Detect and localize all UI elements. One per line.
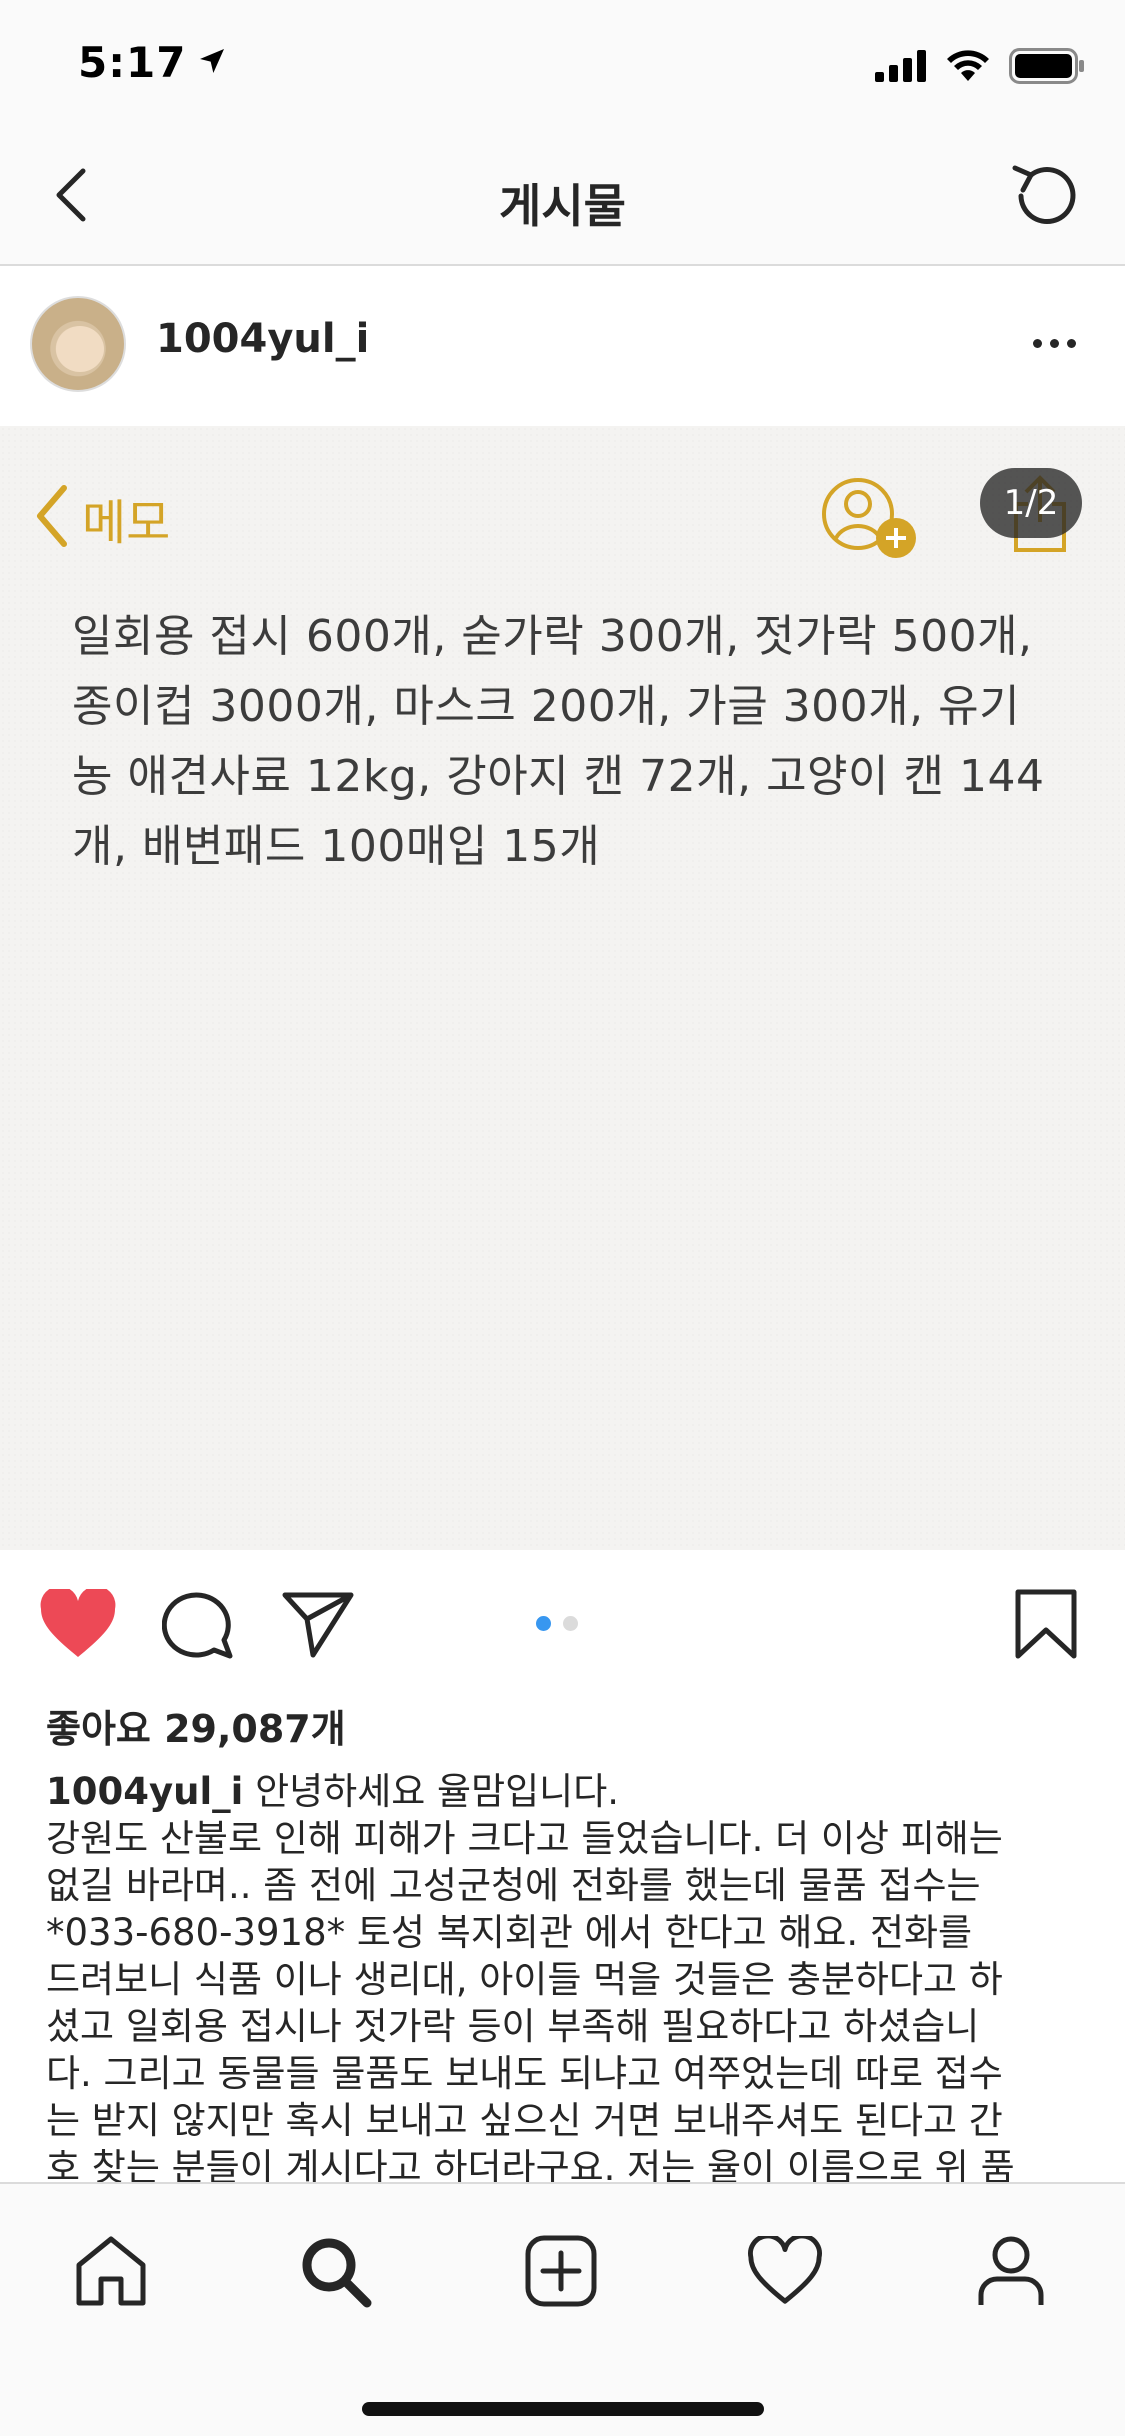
post-username[interactable]: 1004yul_i: [156, 316, 369, 362]
heart-filled-icon: [39, 1586, 117, 1663]
refresh-button[interactable]: [1005, 158, 1085, 238]
wifi-icon: [945, 49, 991, 87]
caption-line: 다. 그리고 동물들 물품도 보내도 되냐고 여쭈었는데 따로 접수: [46, 2052, 1003, 2095]
tab-new-post[interactable]: [516, 2228, 606, 2318]
tab-activity[interactable]: [740, 2228, 830, 2318]
tab-search[interactable]: [290, 2228, 380, 2318]
profile-icon: [973, 2233, 1049, 2313]
memo-line: 농 애견사료 12kg, 강아지 캔 72개, 고양이 캔 144: [72, 751, 1045, 802]
comment-icon: [161, 1588, 234, 1664]
memo-body: 일회용 접시 600개, 숟가락 300개, 젓가락 500개, 종이컵 300…: [72, 602, 1062, 882]
caption-line: 강원도 산불로 인해 피해가 크다고 들었습니다. 더 이상 피해는: [46, 1817, 1003, 1860]
more-options-button[interactable]: [1019, 318, 1089, 368]
post-header: 1004yul_i: [0, 266, 1125, 426]
home-icon: [73, 2233, 149, 2313]
avatar[interactable]: [30, 296, 126, 392]
memo-chevron-left-icon: [32, 482, 72, 554]
tab-bar: [0, 2182, 1125, 2436]
like-button[interactable]: [38, 1586, 118, 1666]
share-button[interactable]: [278, 1586, 358, 1666]
comment-button[interactable]: [158, 1586, 238, 1666]
refresh-icon: [1007, 158, 1083, 238]
page-indicator: 1/2: [980, 468, 1082, 538]
save-button[interactable]: [1006, 1586, 1086, 1666]
caption-first-line: 1004yul_i 안녕하세요 율맘입니다.: [46, 1768, 1086, 1815]
bookmark-icon: [1014, 1588, 1078, 1664]
activity-heart-icon: [747, 2233, 823, 2310]
page-title: 게시물: [499, 179, 626, 233]
caption-line: 호 찾는 분들이 계시다고 하더라구요. 저는 율이 이름으로 위 품: [46, 2146, 1015, 2182]
caption: 1004yul_i 안녕하세요 율맘입니다. 강원도 산불로 인해 피해가 크다…: [46, 1768, 1086, 2182]
caption-area: 좋아요 29,087개 1004yul_i 안녕하세요 율맘입니다. 강원도 산…: [0, 1698, 1125, 2182]
paper-plane-icon: [281, 1589, 355, 1663]
carousel-dots: [536, 1616, 578, 1631]
memo-line: 종이컵 3000개, 마스크 200개, 가글 300개, 유기: [72, 681, 1021, 732]
likes-count[interactable]: 좋아요 29,087개: [46, 1698, 346, 1753]
tab-profile[interactable]: [966, 2228, 1056, 2318]
more-dot: [1049, 338, 1059, 348]
memo-line: 개, 배변패드 100매입 15개: [72, 821, 601, 872]
memo-back-label: 메모: [82, 495, 171, 551]
caption-username[interactable]: 1004yul_i: [46, 1770, 243, 1813]
person-add-icon: [820, 474, 920, 564]
more-dot: [1066, 338, 1076, 348]
home-indicator[interactable]: [362, 2402, 764, 2416]
battery-icon: [1009, 48, 1085, 88]
caption-line: 없길 바라며.. 좀 전에 고성군청에 전화를 했는데 물품 접수는: [46, 1864, 981, 1907]
caption-line: 는 받지 않지만 혹시 보내고 싶으신 거면 보내주셔도 된다고 간: [46, 2099, 1003, 2142]
tab-home[interactable]: [66, 2228, 156, 2318]
memo-back: 메모: [32, 482, 170, 554]
search-icon: [297, 2233, 373, 2313]
caption-line: 드려보니 식품 이나 생리대, 아이들 먹을 것들은 충분하다고 하: [46, 1958, 1003, 2001]
caption-line: 셨고 일회용 접시나 젓가락 등이 부족해 필요하다고 하셨습니: [46, 2005, 980, 2048]
caption-greeting: 안녕하세요 율맘입니다.: [243, 1770, 619, 1813]
cellular-signal-icon: [875, 50, 927, 86]
post-actions: [0, 1550, 1125, 1698]
caption-line: *033-680-3918* 토성 복지회관 에서 한다고 해요. 전화를: [46, 1911, 973, 1954]
carousel-dot: [563, 1616, 578, 1631]
carousel-dot-active: [536, 1616, 551, 1631]
memo-line: 일회용 접시 600개, 숟가락 300개, 젓가락 500개,: [72, 611, 1033, 662]
status-bar: 5:17: [0, 0, 1125, 132]
location-arrow-icon: [196, 45, 228, 81]
more-dot: [1032, 338, 1042, 348]
post-image[interactable]: 메모 1/2 일회용 접시 600개, 숟가락 300개, 젓가락 500개, …: [0, 426, 1125, 1550]
status-time: 5:17: [78, 38, 187, 87]
add-post-icon: [523, 2233, 599, 2313]
status-indicators: [875, 48, 1085, 88]
status-time-group: 5:17: [78, 38, 228, 87]
nav-header: 게시물: [0, 132, 1125, 266]
